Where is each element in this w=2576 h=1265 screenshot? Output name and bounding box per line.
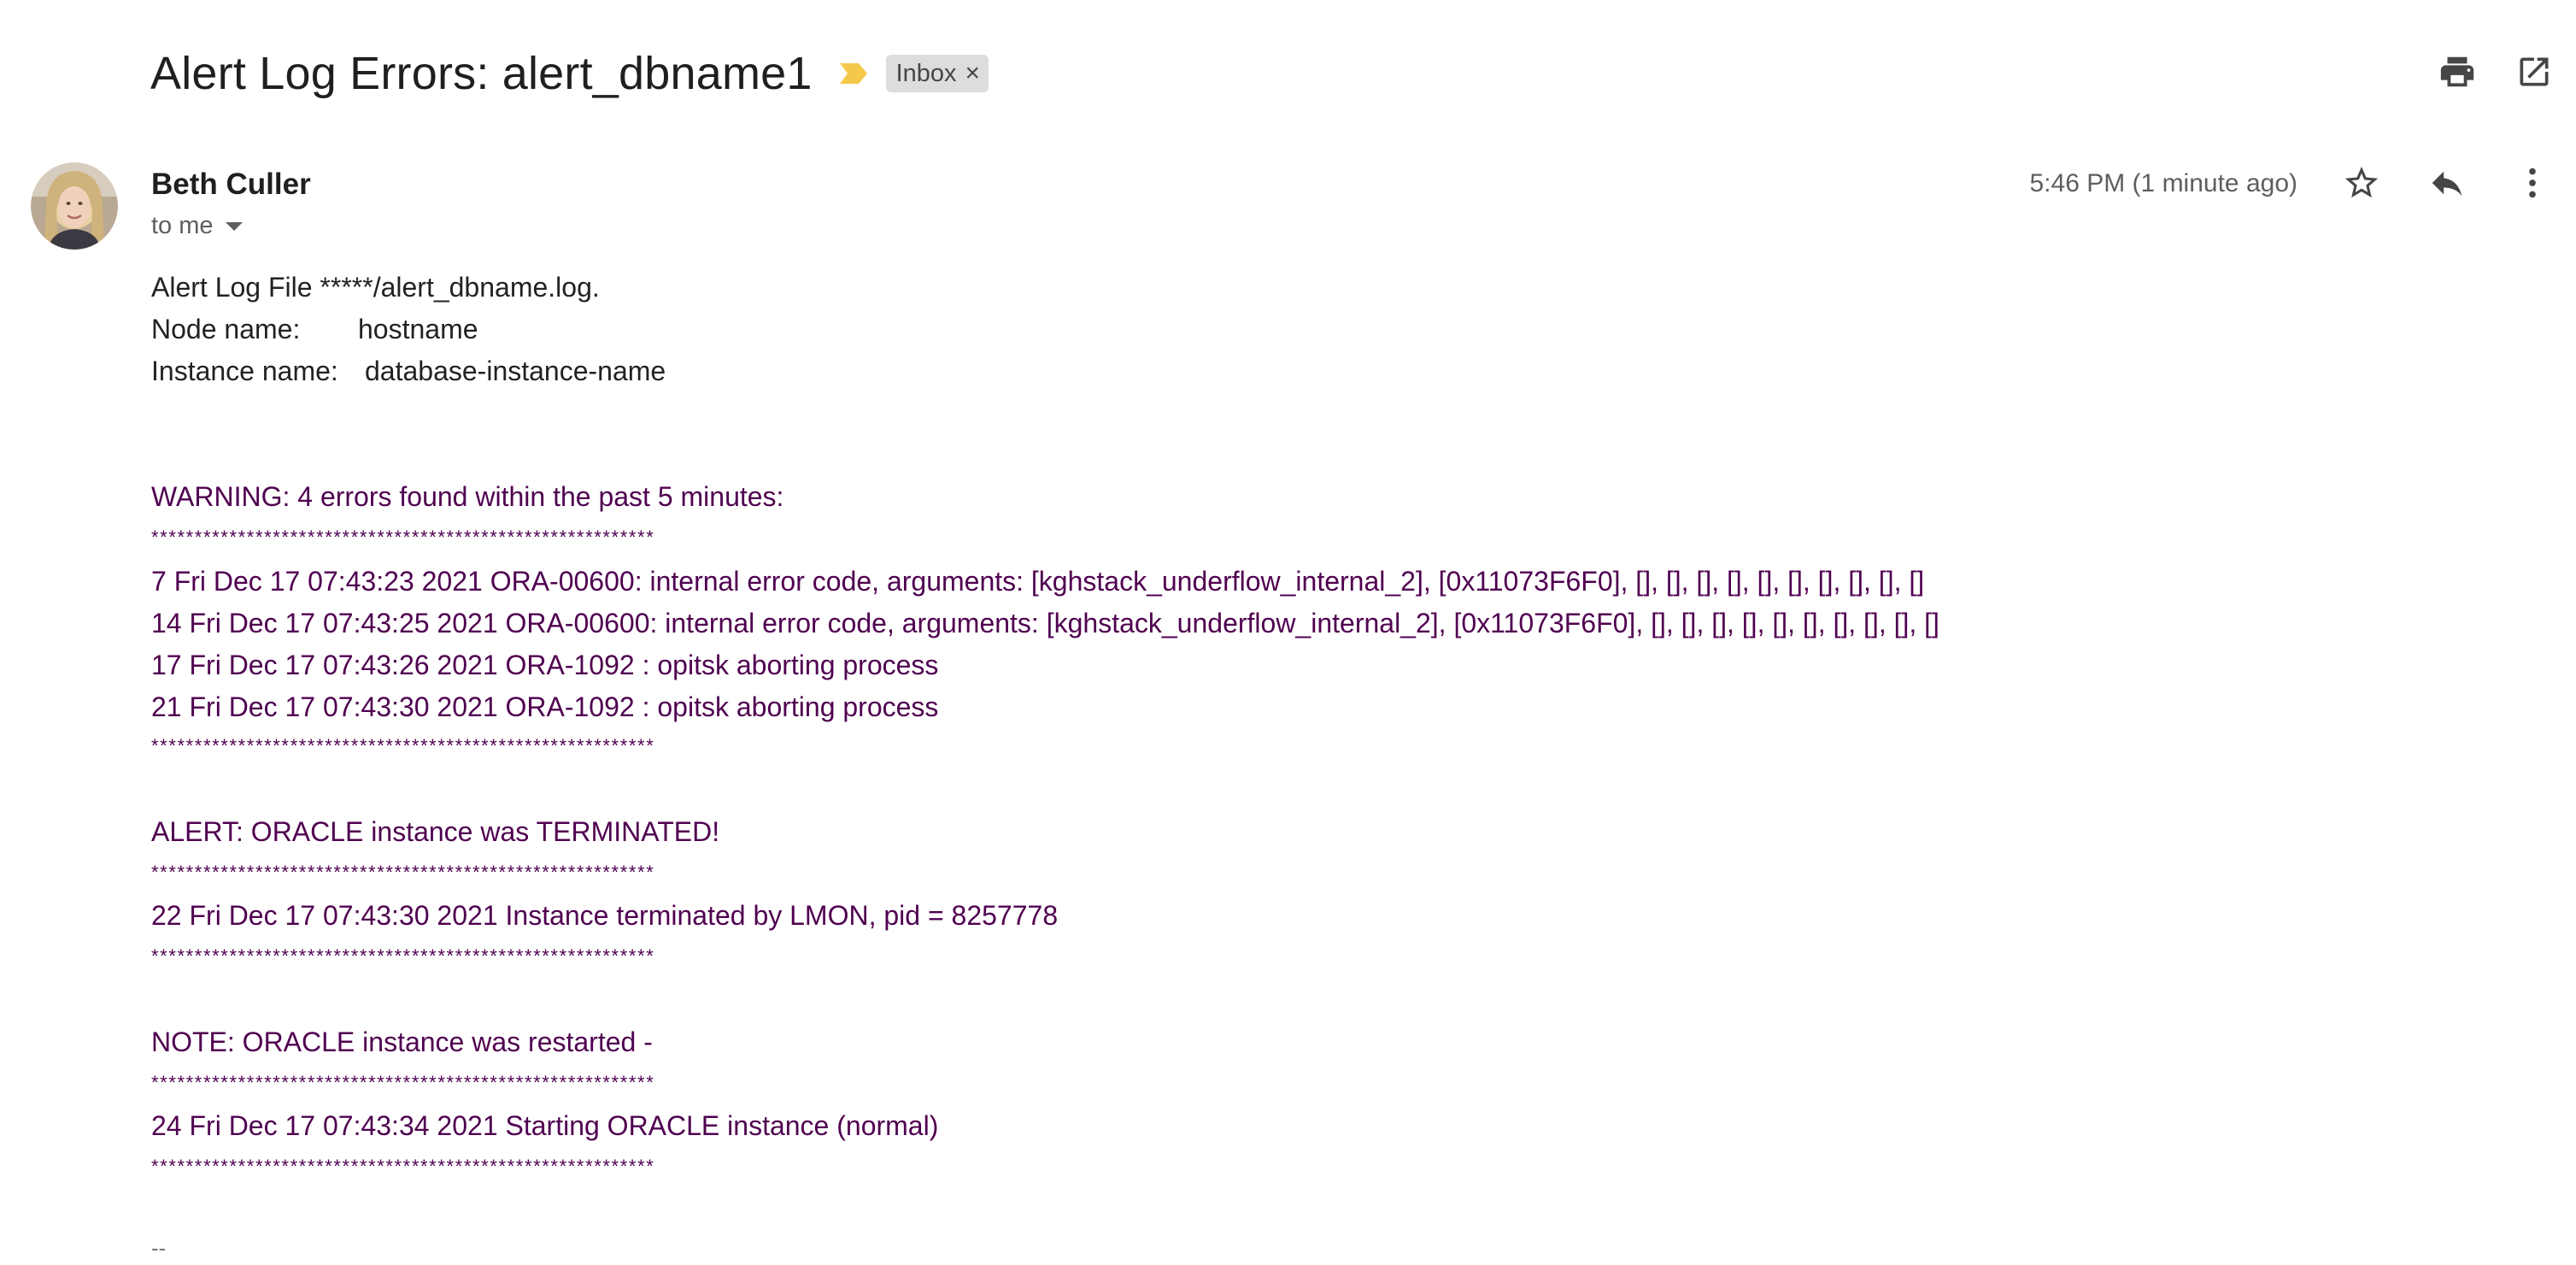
- importance-marker-icon[interactable]: [838, 60, 869, 87]
- print-icon: [2438, 52, 2477, 96]
- instance-name-label: Instance name:: [151, 356, 338, 386]
- inbox-label-chip: Inbox ×: [885, 55, 989, 92]
- separator-line: ****************************************…: [151, 945, 655, 967]
- alert-log-file-line: Alert Log File *****/alert_dbname.log.: [151, 272, 600, 303]
- recipient-label: to me: [151, 212, 214, 239]
- error-line: 17 Fri Dec 17 07:43:26 2021 ORA-1092 : o…: [151, 650, 939, 680]
- open-in-new-window-button[interactable]: [2512, 51, 2556, 96]
- reply-icon: [2427, 163, 2467, 207]
- signature-separator: --: [151, 1235, 167, 1261]
- recipient-details-toggle[interactable]: to me: [151, 212, 243, 240]
- node-name-value: hostname: [358, 314, 478, 344]
- more-options-button[interactable]: [2509, 161, 2556, 209]
- instance-name-line: Instance name: database-instance-name: [151, 357, 666, 385]
- subject-title: Alert Log Errors: alert_dbname1: [150, 48, 813, 99]
- node-name-line: Node name: hostname: [151, 315, 478, 343]
- subject-row: Alert Log Errors: alert_dbname1 Inbox ×: [150, 43, 989, 104]
- instance-name-value: database-instance-name: [365, 356, 666, 386]
- star-button[interactable]: [2338, 161, 2385, 209]
- star-icon: [2342, 163, 2381, 207]
- more-vertical-icon: [2513, 163, 2552, 207]
- chevron-down-icon: [225, 221, 243, 231]
- message-timestamp: 5:46 PM (1 minute ago): [2029, 169, 2298, 197]
- error-line: 21 Fri Dec 17 07:43:30 2021 ORA-1092 : o…: [151, 691, 939, 722]
- sender-avatar[interactable]: [31, 162, 118, 250]
- remove-label-button[interactable]: ×: [965, 59, 981, 88]
- error-line: 14 Fri Dec 17 07:43:25 2021 ORA-00600: i…: [151, 608, 1939, 638]
- error-line: 7 Fri Dec 17 07:43:23 2021 ORA-00600: in…: [151, 566, 1925, 597]
- inbox-label-text: Inbox: [895, 59, 957, 87]
- separator-line: ****************************************…: [151, 1156, 655, 1177]
- alert-detail-line: 22 Fri Dec 17 07:43:30 2021 Instance ter…: [151, 900, 1059, 931]
- warning-heading: WARNING: 4 errors found within the past …: [151, 481, 784, 512]
- note-detail-line: 24 Fri Dec 17 07:43:34 2021 Starting ORA…: [151, 1110, 939, 1141]
- open-in-new-window-icon: [2515, 53, 2553, 95]
- reply-button[interactable]: [2423, 161, 2471, 209]
- separator-line: ****************************************…: [151, 735, 655, 756]
- print-all-button[interactable]: [2435, 51, 2479, 96]
- note-heading: NOTE: ORACLE instance was restarted -: [151, 1027, 653, 1057]
- separator-line: ****************************************…: [151, 527, 655, 548]
- node-name-label: Node name:: [151, 314, 301, 344]
- separator-line: ****************************************…: [151, 1072, 655, 1093]
- separator-line: ****************************************…: [151, 862, 655, 883]
- alert-heading: ALERT: ORACLE instance was TERMINATED!: [151, 816, 720, 847]
- sender-name[interactable]: Beth Culler: [151, 168, 311, 202]
